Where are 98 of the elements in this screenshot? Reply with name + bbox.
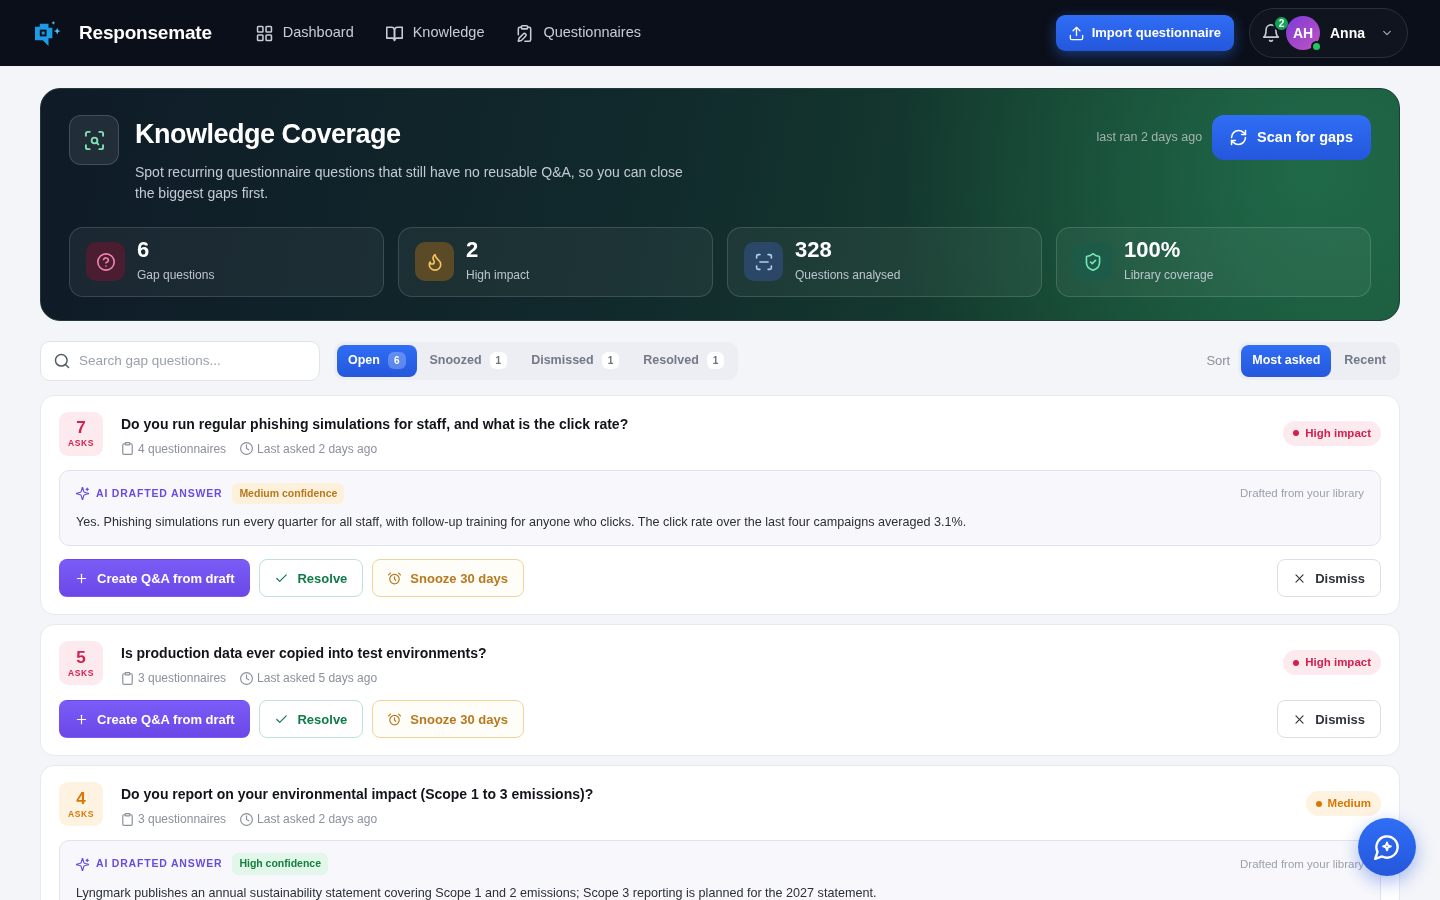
nav-link[interactable]: Dashboard [255,18,354,48]
stat-label: Library coverage [1124,267,1214,285]
upload-icon [1068,25,1084,41]
answer-source: Drafted from your library [1240,856,1364,872]
close-icon [1293,571,1307,585]
dot-icon [1293,659,1300,666]
dot-icon [1315,800,1322,807]
scan-for-gaps-button[interactable]: Scan for gaps [1212,115,1371,160]
stat-value: 328 [795,239,833,262]
question-text: Is production data ever copied into test environments? [121,644,487,664]
answer-heading: AI DRAFTED ANSWER [96,485,223,501]
plus-icon [75,712,88,726]
dot-icon [1293,430,1300,437]
check-icon [275,571,289,585]
question-text: Do you report on your environmental impact (Scope 1 to 3 emissions)? [121,785,594,805]
confidence-tag: Medium confidence [232,482,345,505]
snooze-button[interactable]: Snooze 30 days [372,700,524,739]
asks-label: ASKS [68,810,94,819]
clock-icon [240,812,254,826]
questionnaire-count: 4 questionnaires [138,440,227,458]
snooze-button[interactable]: Snooze 30 days [372,559,524,598]
clipboard-icon [121,812,134,826]
status-tab[interactable]: Open 6 [337,344,417,377]
question-text: Do you run regular phishing simulations for staff, and what is the click rate? [121,414,629,434]
clock-icon [240,671,254,685]
asks-count: 5 [76,649,86,667]
stat-value: 100% [1124,239,1182,262]
resolve-button[interactable]: Resolve [259,559,364,598]
user-name[interactable]: Anna [1330,22,1365,44]
page-description: Spot recurring questionnaire questions that still have no reusable Q&A, so you can close the biggest gaps first. [135,162,684,203]
tab-count: 1 [706,352,725,370]
questionnaire-count: 3 questionnaires [138,670,227,688]
impact-label: High impact [1305,655,1371,671]
shield-check-icon [1073,242,1112,282]
asks-label: ASKS [68,439,94,448]
sparkle-icon [76,857,89,871]
impact-label: Medium [1327,796,1371,812]
answer-text: Lyngmark publishes an annual sustainability statement covering Scope 1 and 2 emissions; Scope 3 reporting is planned for the 2027 statement. [76,885,878,900]
brand-name[interactable]: Responsemate [79,18,212,48]
notifications-button[interactable] [1262,24,1280,42]
nav-link[interactable]: Knowledge [385,18,485,48]
refresh-icon [1230,129,1248,146]
asks-label: ASKS [68,669,94,678]
last-asked-text: Last asked 5 days ago [257,670,378,688]
book-icon [385,24,403,42]
dismiss-button[interactable]: Dismiss [1277,559,1381,598]
notification-count: 2 [1273,15,1290,32]
impact-label: High impact [1305,425,1371,441]
last-asked-text: Last asked 2 days ago [257,811,378,829]
avatar[interactable]: AH [1286,16,1320,50]
asks-count: 4 [76,790,86,808]
stat-value: 2 [466,239,480,262]
status-tab[interactable]: Resolved 1 [632,344,736,377]
questionnaire-count: 3 questionnaires [138,811,227,829]
nav-link[interactable]: Questionnaires [516,18,641,48]
page-title: Knowledge Coverage [135,120,402,150]
resolve-button[interactable]: Resolve [259,700,364,739]
create-qa-button[interactable]: Create Q&A from draft [59,559,251,598]
create-qa-button[interactable]: Create Q&A from draft [59,700,251,739]
chat-icon [1374,834,1400,860]
status-tab[interactable]: Snoozed 1 [418,344,519,377]
sort-option[interactable]: Most asked [1241,344,1332,377]
stat-label: Gap questions [137,267,215,285]
scan-frame-icon [744,242,783,282]
last-asked-text: Last asked 2 days ago [257,440,378,458]
stat-value: 6 [137,239,151,262]
check-icon [275,712,289,726]
sparkle-icon [76,487,89,501]
alarm-clock-icon [388,712,402,726]
grid-icon [255,24,273,42]
confidence-tag: High confidence [232,853,329,876]
close-icon [1293,712,1307,726]
sort-option[interactable]: Recent [1333,344,1397,377]
asks-count: 7 [76,419,86,437]
dismiss-button[interactable]: Dismiss [1277,700,1381,739]
last-ran-text: last ran 2 days ago [1096,129,1203,147]
sort-label: Sort [1206,351,1231,370]
tab-count: 6 [387,352,406,370]
stat-label: Questions analysed [795,267,901,285]
search-icon [54,352,70,369]
tab-count: 1 [489,352,508,370]
plus-icon [75,571,88,585]
clipboard-icon [121,442,134,456]
clipboard-icon [121,671,134,685]
scan-search-icon [69,115,119,165]
answer-text: Yes. Phishing simulations run every quarter for all staff, with follow-up training for anyone who clicks. The click rate over the last four campaigns averaged 3.1%. [76,514,968,532]
status-tab[interactable]: Dismissed 1 [520,344,631,377]
alarm-clock-icon [388,571,402,585]
import-questionnaire-button[interactable]: Import questionnaire [1055,15,1234,51]
answer-source: Drafted from your library [1240,485,1364,501]
flame-icon [415,242,454,282]
stat-label: High impact [466,267,530,285]
search-field[interactable]: Search gap questions... [40,340,320,381]
tab-count: 1 [601,352,620,370]
clock-icon [240,442,254,456]
answer-heading: AI DRAFTED ANSWER [96,856,223,872]
bell-icon [1262,24,1280,42]
clipboard-pen-icon [516,24,534,42]
